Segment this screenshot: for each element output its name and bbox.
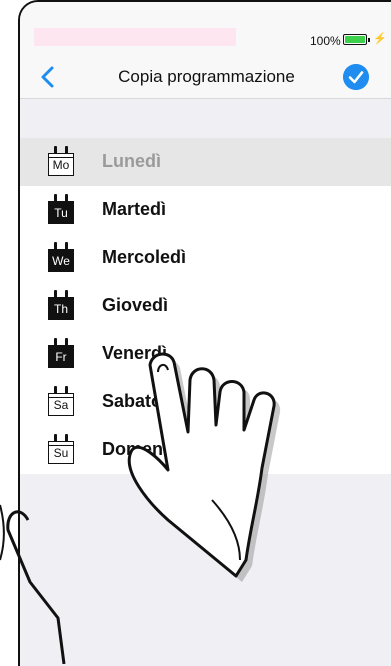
calendar-icon: Mo bbox=[48, 146, 74, 176]
calendar-icon: Fr bbox=[48, 338, 74, 368]
day-row-tuesday[interactable]: Tu Martedì bbox=[20, 186, 391, 234]
battery-icon bbox=[343, 34, 367, 45]
day-row-wednesday[interactable]: We Mercoledì bbox=[20, 234, 391, 282]
calendar-icon: Su bbox=[48, 434, 74, 464]
battery-percent: 100% bbox=[310, 34, 341, 48]
checkmark-circle-icon[interactable] bbox=[343, 64, 369, 90]
navigation-bar: Copia programmazione bbox=[20, 58, 391, 99]
day-label: Lunedì bbox=[102, 151, 161, 171]
status-highlight bbox=[34, 28, 236, 46]
page-title: Copia programmazione bbox=[118, 67, 295, 86]
day-label: Mercoledì bbox=[102, 247, 187, 267]
day-row-friday[interactable]: Fr Venerdì bbox=[20, 330, 391, 378]
day-label: Martedì bbox=[102, 199, 167, 219]
status-bar: 100% ⚡ bbox=[20, 2, 391, 58]
day-row-monday[interactable]: Mo Lunedì bbox=[20, 138, 391, 186]
day-label: Domenica bbox=[102, 439, 189, 459]
calendar-icon: We bbox=[48, 242, 74, 272]
calendar-icon: Tu bbox=[48, 194, 74, 224]
day-label: Giovedì bbox=[102, 295, 169, 315]
calendar-icon: Th bbox=[48, 290, 74, 320]
charging-icon: ⚡ bbox=[373, 33, 387, 45]
day-row-saturday[interactable]: Sa Sabato bbox=[20, 378, 391, 426]
day-row-sunday[interactable]: Su Domenica bbox=[20, 426, 391, 474]
phone-screen: 100% ⚡ Copia programmazione Mo Lunedì Tu bbox=[18, 0, 391, 666]
outside-area bbox=[0, 0, 18, 664]
day-label: Sabato bbox=[102, 391, 163, 411]
days-list: Mo Lunedì Tu Martedì We Mercoledì Th Gio… bbox=[20, 138, 391, 474]
calendar-icon: Sa bbox=[48, 386, 74, 416]
day-row-thursday[interactable]: Th Giovedì bbox=[20, 282, 391, 330]
day-label: Venerdì bbox=[102, 343, 168, 363]
